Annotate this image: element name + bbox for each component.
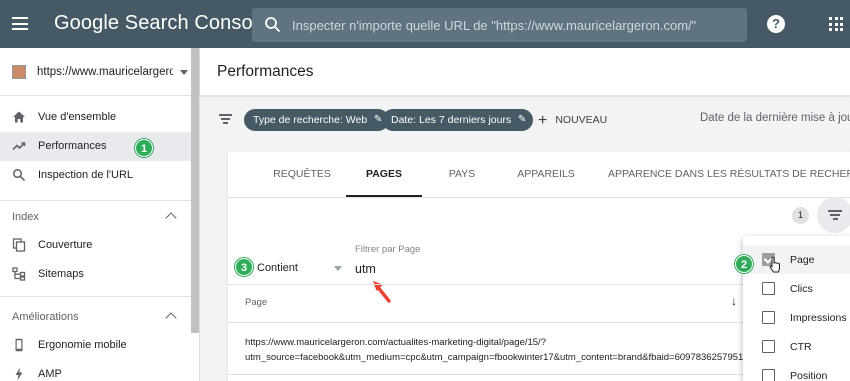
sidebar-divider (0, 200, 192, 201)
apps-grid-icon[interactable] (829, 17, 843, 31)
sidebar-item-label: Sitemaps (38, 268, 84, 280)
tabs-divider (228, 197, 850, 198)
sidebar-section-index: Index (12, 211, 39, 223)
edit-icon: ✎ (373, 114, 383, 125)
checkbox-ctr[interactable] (762, 340, 775, 353)
red-arrow-icon (373, 281, 391, 303)
edit-icon: ✎ (517, 114, 527, 125)
sidebar-section-improvements: Améliorations (12, 311, 79, 323)
bolt-icon (15, 367, 23, 381)
date-range-chip[interactable]: Date: Les 7 derniers jours ✎ (382, 109, 534, 131)
menu-item-clicks[interactable]: Clics (743, 274, 850, 303)
chip-label: Date: Les 7 derniers jours (391, 114, 512, 126)
tab-countries[interactable]: PAYS (432, 152, 492, 197)
tab-devices[interactable]: APPAREILS (508, 152, 584, 197)
sidebar-item-label: Couverture (38, 239, 93, 251)
step-3-badge: 3 (235, 258, 253, 276)
page-title: Performances (217, 63, 314, 80)
tab-search-appearance[interactable]: APPARENCE DANS LES RÉSULTATS DE RECHERCH… (608, 152, 850, 197)
plus-icon: + (538, 112, 548, 129)
url-inspection-input[interactable] (292, 8, 737, 42)
checkbox-clicks[interactable] (762, 282, 775, 295)
filter-value-input[interactable] (355, 258, 555, 280)
app-title: Google Search Console (54, 12, 269, 34)
cursor-icon (769, 256, 780, 273)
sort-arrow-icon[interactable]: ↓ (731, 294, 737, 308)
search-icon (265, 17, 281, 33)
search-type-chip[interactable]: Type de recherche: Web ✎ (244, 109, 390, 131)
table-row[interactable]: https://www.mauricelargeron.com/actualit… (245, 335, 743, 365)
filter-field-label: Filtrer par Page (355, 244, 421, 255)
sidebar-item-label: Ergonomie mobile (38, 339, 127, 351)
checkbox-position[interactable] (762, 369, 775, 381)
phone-icon (15, 338, 23, 352)
active-filter-count-badge: 1 (792, 207, 809, 224)
menu-icon[interactable] (12, 17, 28, 30)
page-header: Performances (200, 48, 850, 96)
column-header-page[interactable]: Page (245, 297, 267, 308)
sidebar-item-overview[interactable]: Vue d'ensemble (0, 103, 192, 132)
menu-item-label: Page (790, 254, 815, 266)
tab-queries[interactable]: REQUÊTES (268, 152, 336, 197)
checkbox-impressions[interactable] (762, 311, 775, 324)
menu-item-ctr[interactable]: CTR (743, 332, 850, 361)
filter-icon[interactable] (219, 114, 232, 124)
sidebar: https://www.mauricelargeron... Vue d'ens… (0, 48, 200, 381)
new-filter-label: NOUVEAU (555, 114, 608, 126)
new-filter-button[interactable]: + NOUVEAU (538, 112, 607, 130)
menu-item-label: Impressions (790, 312, 847, 324)
url-inspection-search[interactable] (252, 8, 747, 42)
filter-operator-select[interactable]: Contient (257, 262, 298, 274)
tab-pages[interactable]: PAGES (346, 152, 422, 197)
sidebar-divider (0, 296, 192, 297)
filter-bar: Type de recherche: Web ✎ Date: Les 7 der… (200, 97, 850, 143)
filter-dropdown-menu: Page Clics Impressions CTR Position (743, 236, 850, 381)
sidebar-item-label: AMP (38, 368, 62, 380)
menu-item-impressions[interactable]: Impressions (743, 303, 850, 332)
sitemap-icon (12, 267, 26, 281)
top-app-bar: Google Search Console ? (0, 0, 850, 48)
menu-item-page[interactable]: Page (743, 245, 850, 274)
property-selector[interactable]: https://www.mauricelargeron... (0, 48, 200, 96)
sidebar-item-coverage[interactable]: Couverture (0, 231, 192, 260)
step-2-badge: 2 (735, 255, 753, 273)
trending-up-icon (12, 142, 26, 151)
menu-item-position[interactable]: Position (743, 361, 850, 381)
sidebar-item-amp[interactable]: AMP (0, 360, 192, 381)
step-1-badge: 1 (135, 139, 153, 157)
sidebar-item-label: Inspection de l'URL (38, 169, 134, 181)
sidebar-item-url-inspection[interactable]: Inspection de l'URL (0, 161, 192, 190)
menu-item-label: Position (790, 370, 828, 381)
menu-item-label: Clics (790, 283, 813, 295)
search-icon (12, 168, 26, 182)
sidebar-scrollbar[interactable] (191, 48, 199, 333)
chevron-down-icon[interactable] (334, 266, 342, 271)
property-url: https://www.mauricelargeron... (37, 66, 173, 78)
table-filter-button[interactable] (817, 197, 850, 233)
sidebar-item-label: Performances (38, 140, 107, 152)
home-icon (13, 111, 25, 123)
last-update-text: Date de la dernière mise à jour (700, 112, 850, 124)
sidebar-item-label: Vue d'ensemble (38, 111, 117, 123)
property-avatar (12, 65, 26, 79)
sidebar-item-mobile-usability[interactable]: Ergonomie mobile (0, 331, 192, 360)
help-icon[interactable]: ? (767, 15, 785, 33)
chevron-up-icon[interactable] (165, 312, 177, 324)
filter-icon (828, 210, 842, 223)
sidebar-item-performance[interactable]: Performances (0, 132, 192, 161)
sidebar-item-sitemaps[interactable]: Sitemaps (0, 260, 192, 289)
chevron-down-icon (180, 70, 188, 75)
chip-label: Type de recherche: Web (253, 114, 368, 126)
copy-icon (12, 238, 26, 252)
menu-item-label: CTR (790, 341, 812, 353)
chevron-up-icon[interactable] (165, 212, 177, 224)
